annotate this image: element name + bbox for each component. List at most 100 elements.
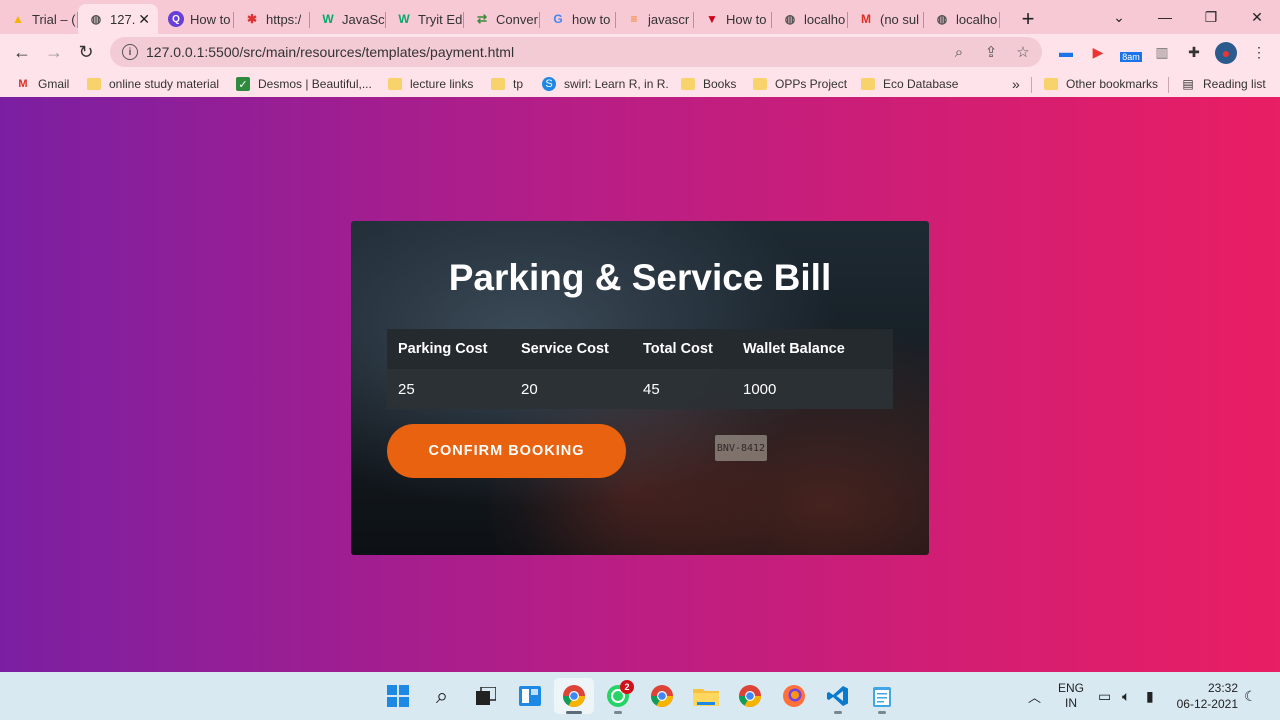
browser-tab[interactable]: ≡ javascr [616,4,694,34]
whatsapp-icon[interactable]: 2 [598,678,638,714]
extension-badge: 8am [1120,52,1142,62]
volume-icon[interactable]: 🔈︎ [1122,672,1130,720]
notepad-icon[interactable] [862,678,902,714]
browser-tab-active[interactable]: ◍ 127. ✕ [78,4,158,34]
stats-extension-icon[interactable]: ▥ [1151,42,1173,62]
widgets-icon[interactable] [510,678,550,714]
tab-title: Trial – ( [32,11,76,27]
globe-icon: ◍ [90,12,102,26]
service-cost-value: 20 [510,369,632,409]
system-clock[interactable]: 23:32 06-12-2021 [1177,680,1238,712]
calendar-extension-icon[interactable]: 8am [1119,42,1143,62]
tray-overflow-icon[interactable]: ︿ [1028,672,1041,720]
folder-icon [388,77,402,91]
browser-tab[interactable]: ⇄ Conver [464,4,540,34]
tab-title: how to [572,11,611,27]
browser-tab[interactable]: ▼ How to [694,4,772,34]
browser-tab[interactable]: ▲ Trial – ( [0,4,78,34]
browser-tab[interactable]: ✱ https:/ [234,4,310,34]
table-row: 25 20 45 1000 [387,369,893,409]
bookmark-label: Desmos | Beautiful,... [258,77,372,91]
tab-title: 127. [110,11,136,27]
browser-tab[interactable]: G how to [540,4,616,34]
tab-title: localho [956,11,998,27]
task-view-icon[interactable] [466,678,506,714]
chrome-taskbar-icon-active[interactable] [554,678,594,714]
globe-icon: ◍ [784,12,796,26]
bookmark-star-icon[interactable]: ☆ [1014,43,1032,61]
site-info-icon[interactable]: i [122,44,138,60]
tab-title: (no sul [880,11,920,27]
bookmarks-divider [1168,77,1169,93]
converter-icon: ⇄ [476,12,488,26]
chrome-profile-icon[interactable] [730,678,770,714]
tab-search-icon[interactable]: ⌄ [1096,0,1142,34]
running-indicator [614,711,622,714]
bookmark-eco-database[interactable]: Eco Database [861,75,958,93]
address-bar[interactable]: i 127.0.0.1:5500/src/main/resources/temp… [110,37,1042,67]
bookmarks-overflow-button[interactable]: » [1012,75,1020,93]
bookmark-gmail[interactable]: M Gmail [16,75,69,93]
firefox-icon[interactable] [774,678,814,714]
chrome-profile-icon[interactable] [642,678,682,714]
bookmark-label: Other bookmarks [1066,77,1159,91]
bookmark-online-study[interactable]: online study material [87,75,219,93]
bookmark-label: online study material [109,77,220,91]
profile-avatar[interactable]: ● [1215,42,1237,64]
reading-list-icon: ▤ [1182,77,1194,91]
windows-taskbar: ⌕ 2 ︿ ENG IN ▭ 🔈︎ ▮ 23:32 06-12-2021 ☾ [0,672,1280,720]
language-indicator[interactable]: ENG IN [1058,672,1084,720]
zoom-icon[interactable]: ⌕ [950,43,968,61]
browser-tab[interactable]: M (no sul [848,4,924,34]
bill-table: Parking Cost Service Cost Total Cost Wal… [387,329,893,409]
extension-blue-icon[interactable]: ▬ [1055,42,1077,62]
youtube-extension-icon[interactable]: ▶ [1087,42,1109,62]
forward-icon[interactable]: → [38,37,70,69]
search-icon[interactable]: ⌕ [422,678,462,714]
region-code: IN [1065,696,1077,710]
start-windows-icon[interactable] [378,678,418,714]
browser-tab[interactable]: ◍ localho [924,4,1000,34]
browser-tab[interactable]: W Tryit Ed [386,4,464,34]
gmail-icon: M [18,78,28,90]
w3schools-icon: W [398,12,410,26]
browser-tab[interactable]: Q How to [158,4,234,34]
network-icon[interactable]: ▭ [1098,672,1111,720]
browser-tab[interactable]: W JavaSc [310,4,386,34]
bookmark-lecture-links[interactable]: lecture links [388,75,473,93]
url-text[interactable]: 127.0.0.1:5500/src/main/resources/templa… [146,44,514,60]
new-tab-button[interactable]: + [1006,4,1050,34]
minimize-icon[interactable]: — [1142,0,1188,34]
back-icon[interactable]: ← [6,37,38,69]
focus-assist-icon[interactable]: ☾ [1244,672,1257,720]
menu-dots-icon[interactable]: ⋮ [1248,42,1270,62]
tab-strip: ▲ Trial – ( ◍ 127. ✕ Q How to ✱ https:/ … [0,0,1280,34]
vector-icon: ▼ [706,12,718,26]
bookmark-books[interactable]: Books [681,75,736,93]
extensions-puzzle-icon[interactable]: ✚ [1183,42,1205,62]
browser-tab[interactable]: ◍ localho [772,4,848,34]
column-header-parking-cost: Parking Cost [387,329,510,369]
close-tab-icon[interactable]: ✕ [138,11,150,28]
total-cost-value: 45 [632,369,732,409]
parking-cost-value: 25 [387,369,510,409]
swirl-icon: S [542,77,556,91]
table-header-row: Parking Cost Service Cost Total Cost Wal… [387,329,893,369]
bookmark-opps-project[interactable]: OPPs Project [753,75,847,93]
folder-icon [87,77,101,91]
restore-icon[interactable]: ❐ [1188,0,1234,34]
gmail-icon: M [861,12,871,26]
confirm-booking-button[interactable]: CONFIRM BOOKING [387,424,626,478]
other-bookmarks-button[interactable]: Other bookmarks [1044,75,1158,93]
file-explorer-icon[interactable] [686,678,726,714]
notification-badge: 2 [620,680,634,694]
vscode-icon[interactable] [818,678,858,714]
bookmark-swirl[interactable]: S swirl: Learn R, in R. [542,75,669,93]
bookmark-tp[interactable]: tp [491,75,523,93]
close-window-icon[interactable]: ✕ [1234,0,1280,34]
share-icon[interactable]: ⇪ [982,43,1000,61]
reload-icon[interactable]: ↻ [70,37,102,69]
reading-list-button[interactable]: ▤ Reading list [1181,75,1265,93]
battery-icon[interactable]: ▮ [1146,672,1154,720]
bookmark-desmos[interactable]: ✓ Desmos | Beautiful,... [236,75,372,93]
